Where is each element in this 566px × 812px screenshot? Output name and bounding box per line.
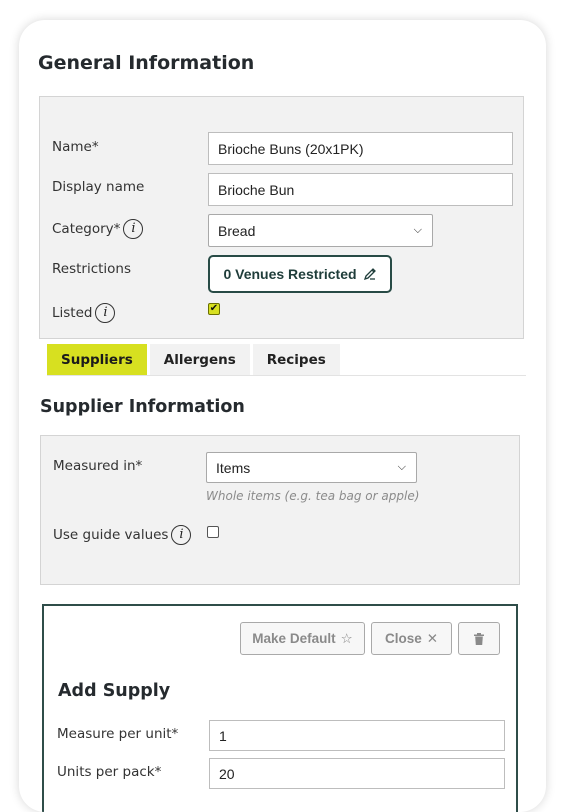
tab-divider xyxy=(47,375,526,376)
listed-label: Listed xyxy=(52,305,93,321)
guide-values-label: Use guide values xyxy=(53,527,169,543)
trash-icon xyxy=(474,632,484,645)
category-select[interactable]: Bread ⌵ xyxy=(208,214,433,247)
venues-restricted-button[interactable]: 0 Venues Restricted xyxy=(208,255,392,293)
guide-values-checkbox[interactable] xyxy=(207,526,219,538)
delete-button[interactable] xyxy=(458,622,500,655)
check-icon: ✔ xyxy=(209,303,219,314)
supplier-information-panel: Measured in* Items ⌵ Whole items (e.g. t… xyxy=(40,435,520,585)
product-form-card: General Information Name* Brioche Buns (… xyxy=(19,20,546,812)
measured-in-hint: Whole items (e.g. tea bag or apple) xyxy=(206,489,420,503)
guide-values-label-row: Use guide values i xyxy=(53,525,192,545)
star-icon: ☆ xyxy=(340,630,353,646)
category-select-value: Bread xyxy=(218,222,256,239)
restrictions-label: Restrictions xyxy=(52,261,132,277)
add-supply-panel: Make Default ☆ Close ✕ Add Supply Measur… xyxy=(42,604,518,812)
info-icon[interactable]: i xyxy=(95,303,116,323)
general-information-panel: Name* Brioche Buns (20x1PK) Display name… xyxy=(39,96,524,339)
display-name-label: Display name xyxy=(52,179,145,195)
venues-restricted-label: 0 Venues Restricted xyxy=(223,266,357,282)
measured-in-value: Items xyxy=(216,459,251,476)
close-label: Close xyxy=(384,631,422,646)
close-icon: ✕ xyxy=(426,630,439,646)
name-label: Name* xyxy=(52,139,99,155)
make-default-label: Make Default xyxy=(252,631,336,646)
name-input[interactable]: Brioche Buns (20x1PK) xyxy=(208,132,513,165)
supplier-information-heading: Supplier Information xyxy=(40,397,245,417)
measure-per-unit-input[interactable]: 1 xyxy=(209,720,505,751)
measure-per-unit-label: Measure per unit* xyxy=(57,726,179,742)
measured-in-select[interactable]: Items ⌵ xyxy=(206,452,417,483)
add-supply-heading: Add Supply xyxy=(58,681,171,701)
category-label: Category* xyxy=(52,221,121,237)
units-per-pack-input[interactable]: 20 xyxy=(209,758,505,789)
close-button[interactable]: Close ✕ xyxy=(371,622,452,655)
make-default-button[interactable]: Make Default ☆ xyxy=(240,622,365,655)
tab-recipes[interactable]: Recipes xyxy=(252,344,340,375)
measured-in-label: Measured in* xyxy=(53,458,143,474)
general-information-heading: General Information xyxy=(38,52,255,74)
pencil-icon xyxy=(363,268,376,281)
chevron-down-icon: ⌵ xyxy=(397,461,406,473)
listed-label-row: Listed i xyxy=(52,303,116,323)
info-icon[interactable]: i xyxy=(171,525,192,545)
tab-suppliers[interactable]: Suppliers xyxy=(47,344,147,375)
tab-bar: Suppliers Allergens Recipes xyxy=(47,344,340,375)
listed-checkbox[interactable]: ✔ xyxy=(208,303,220,315)
info-icon[interactable]: i xyxy=(123,219,144,239)
tab-allergens[interactable]: Allergens xyxy=(149,344,250,375)
units-per-pack-label: Units per pack* xyxy=(57,764,162,780)
display-name-input[interactable]: Brioche Bun xyxy=(208,173,513,206)
chevron-down-icon: ⌵ xyxy=(413,224,422,236)
category-label-row: Category* i xyxy=(52,219,144,239)
